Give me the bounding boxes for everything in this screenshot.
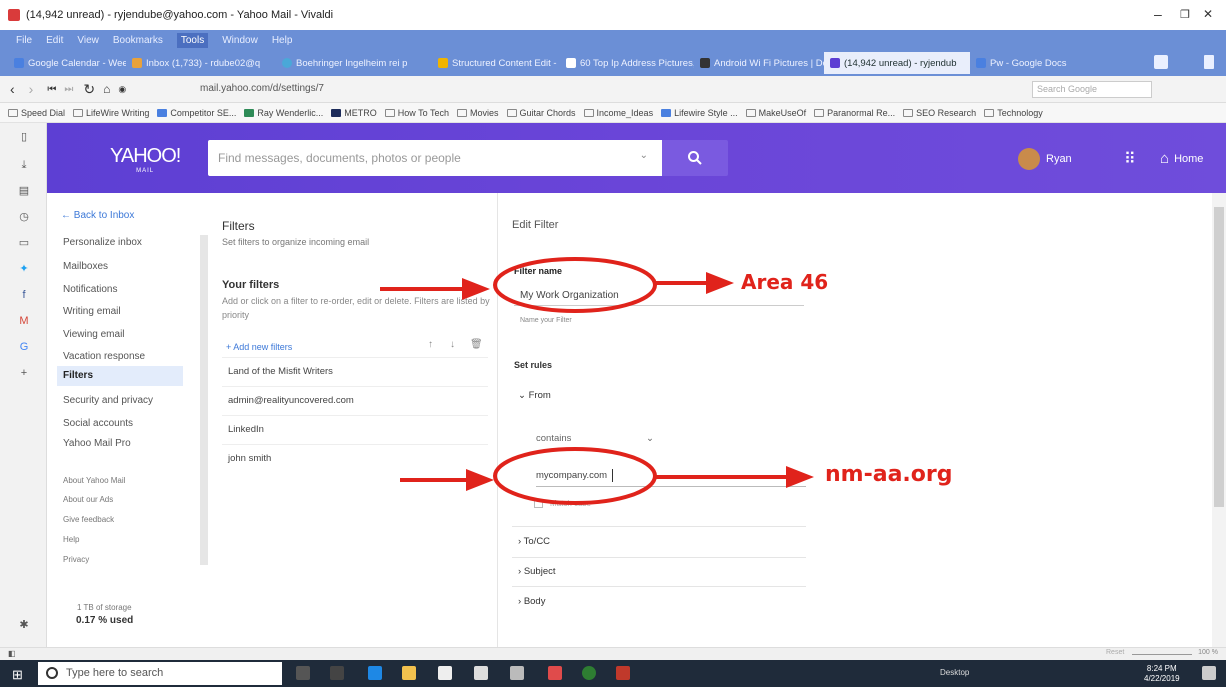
clock-date: 4/22/2019 — [1144, 674, 1180, 683]
taskbar-clock[interactable]: 8:24 PM 4/22/2019 — [1144, 664, 1180, 684]
zoom-reset-button[interactable]: Reset — [1106, 649, 1124, 656]
zoom-level: 100 % — [1198, 649, 1218, 656]
clock-time: 8:24 PM — [1146, 664, 1177, 673]
taskbar-search-placeholder: Type here to search — [66, 667, 164, 679]
arrow-head — [462, 278, 490, 300]
desktop-toolbar[interactable]: Desktop — [940, 668, 969, 677]
arrow-head — [706, 272, 734, 294]
app-icon[interactable] — [616, 666, 630, 680]
annotation-overlay — [380, 257, 814, 505]
taskbar-search-input[interactable]: Type here to search — [38, 662, 282, 685]
chrome-icon[interactable] — [582, 666, 596, 680]
store-icon[interactable] — [438, 666, 452, 680]
windows-start-icon[interactable]: ⊞ — [12, 667, 23, 683]
zoom-slider[interactable] — [1132, 654, 1192, 655]
panel-toggle-icon[interactable]: ◧ — [8, 649, 16, 658]
cortana-icon — [46, 667, 58, 679]
tablet-icon[interactable] — [510, 666, 524, 680]
annotation-area-label: Area 46 — [741, 270, 829, 294]
task-view-icon[interactable] — [330, 666, 344, 680]
arrow-head — [786, 466, 814, 488]
annotation-ellipse — [493, 447, 657, 505]
annotation-domain-label: nm-aa.org — [825, 462, 953, 487]
edge-icon[interactable] — [368, 666, 382, 680]
app-icon[interactable] — [474, 666, 488, 680]
windows-taskbar: ⊞ Type here to search Desktop 8:24 PM 4/2… — [0, 660, 1226, 687]
file-explorer-icon[interactable] — [402, 666, 416, 680]
annotation-ellipse — [493, 257, 657, 313]
vivaldi-taskbar-icon[interactable] — [548, 666, 562, 680]
arrow-head — [466, 469, 494, 491]
browser-status-bar: ◧ Reset 100 % — [0, 647, 1226, 660]
microphone-icon[interactable] — [296, 666, 310, 680]
notifications-icon[interactable] — [1202, 666, 1216, 680]
